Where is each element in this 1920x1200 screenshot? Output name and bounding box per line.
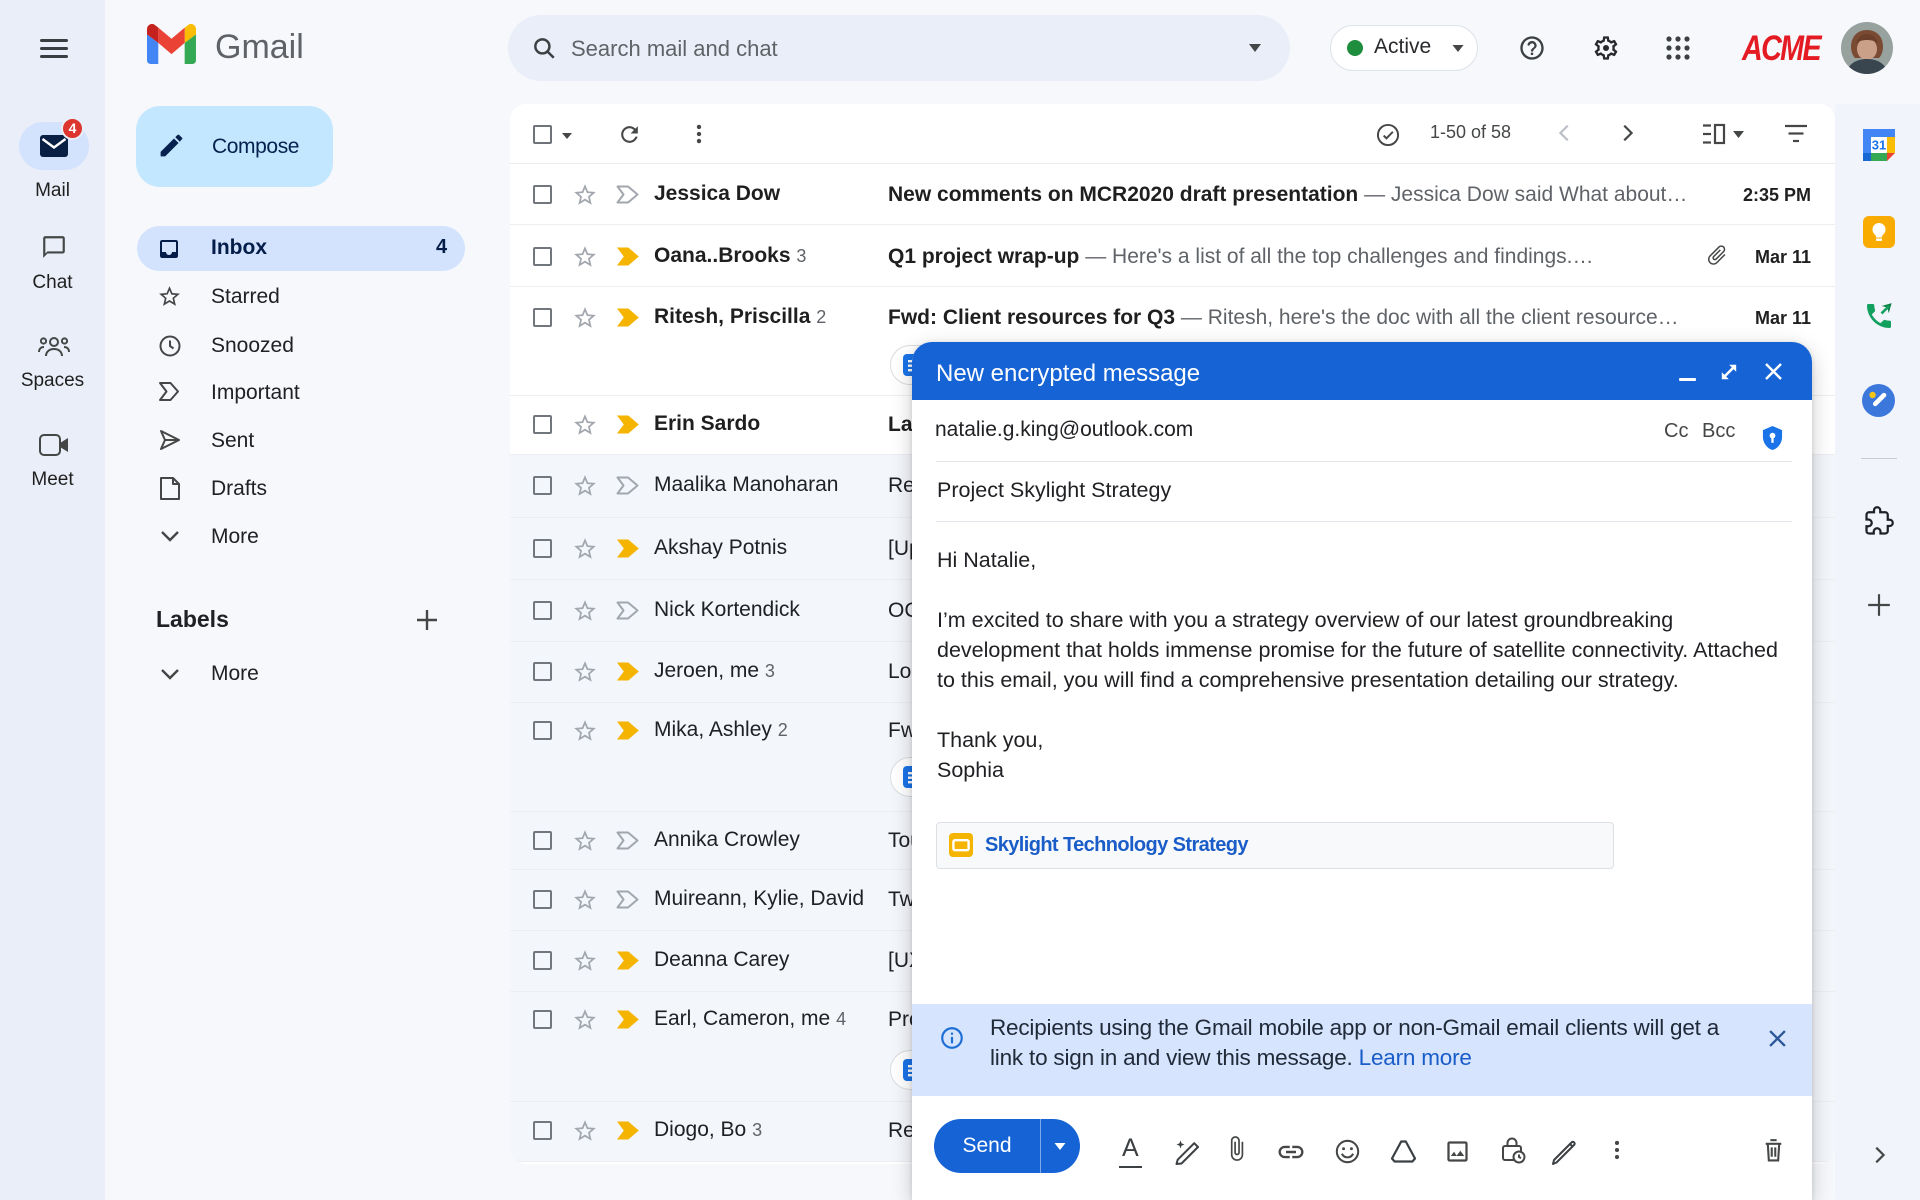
svg-text:31: 31 bbox=[1872, 138, 1886, 153]
